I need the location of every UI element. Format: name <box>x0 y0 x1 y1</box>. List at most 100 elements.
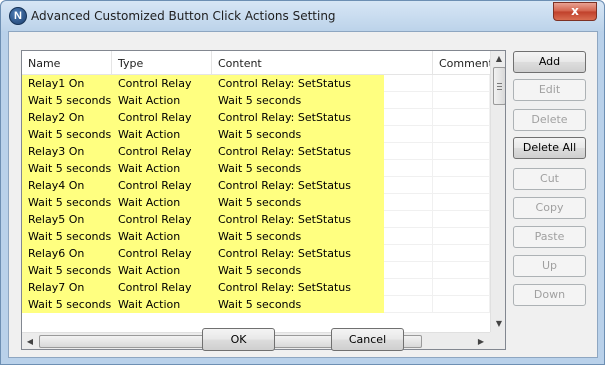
delete-button[interactable]: Delete <box>513 109 586 131</box>
table-row[interactable]: Relay5 On Control Relay Control Relay: Set… <box>22 211 490 228</box>
cell-comments <box>433 126 490 143</box>
table-row[interactable]: Wait 5 seconds Wait Action Wait 5 seconds <box>22 262 490 279</box>
cell-content-tail <box>384 279 433 296</box>
cell-name: Relay4 On <box>22 177 112 194</box>
cell-content-tail <box>384 245 433 262</box>
cell-name: Relay2 On <box>22 109 112 126</box>
column-header-name[interactable]: Name <box>22 51 112 75</box>
cell-content: Wait 5 seconds <box>212 228 384 245</box>
table-row[interactable]: Relay6 On Control Relay Control Relay: Set… <box>22 245 490 262</box>
copy-button[interactable]: Copy <box>513 197 586 219</box>
cell-content: Wait 5 seconds <box>212 92 384 109</box>
cell-name: Wait 5 seconds <box>22 262 112 279</box>
cell-type: Wait Action <box>112 262 212 279</box>
dialog-window: N Advanced Customized Button Click Actio… <box>0 0 605 365</box>
column-header-type[interactable]: Type <box>112 51 212 75</box>
scroll-down-arrow-icon[interactable]: ▼ <box>491 317 505 331</box>
cell-type: Control Relay <box>112 177 212 194</box>
table-row[interactable]: Relay1 On Control Relay Control Relay: Set… <box>22 75 490 92</box>
cell-comments <box>433 92 490 109</box>
scroll-up-arrow-icon[interactable]: ▲ <box>491 52 505 66</box>
cell-comments <box>433 279 490 296</box>
cell-content: Wait 5 seconds <box>212 296 384 313</box>
cell-content: Control Relay: SetStatus <box>212 245 384 262</box>
list-rows: Relay1 On Control Relay Control Relay: Set… <box>22 75 490 332</box>
paste-button[interactable]: Paste <box>513 226 586 248</box>
up-button[interactable]: Up <box>513 255 586 277</box>
column-header-content[interactable]: Content <box>212 51 433 75</box>
vertical-scrollbar[interactable]: ▲ ▼ <box>490 51 505 332</box>
cell-content: Control Relay: SetStatus <box>212 143 384 160</box>
cell-content-tail <box>384 126 433 143</box>
table-row[interactable]: Relay3 On Control Relay Control Relay: Set… <box>22 143 490 160</box>
cell-name: Wait 5 seconds <box>22 92 112 109</box>
add-button[interactable]: Add <box>513 51 586 73</box>
table-row[interactable]: Wait 5 seconds Wait Action Wait 5 seconds <box>22 126 490 143</box>
cell-type: Wait Action <box>112 126 212 143</box>
down-button[interactable]: Down <box>513 284 586 306</box>
table-row[interactable]: Wait 5 seconds Wait Action Wait 5 seconds <box>22 194 490 211</box>
cell-content-tail <box>384 296 433 313</box>
ok-button[interactable]: OK <box>202 328 275 351</box>
cell-name: Wait 5 seconds <box>22 160 112 177</box>
cell-type: Wait Action <box>112 92 212 109</box>
vertical-scroll-thumb[interactable] <box>493 67 505 105</box>
cell-content-tail <box>384 177 433 194</box>
cell-content-tail <box>384 211 433 228</box>
cell-type: Wait Action <box>112 160 212 177</box>
cell-content: Wait 5 seconds <box>212 126 384 143</box>
cell-content-tail <box>384 109 433 126</box>
edit-button[interactable]: Edit <box>513 79 586 101</box>
table-row[interactable]: Wait 5 seconds Wait Action Wait 5 seconds <box>22 92 490 109</box>
cell-type: Wait Action <box>112 296 212 313</box>
cancel-button[interactable]: Cancel <box>331 328 404 351</box>
cell-content-tail <box>384 228 433 245</box>
cell-comments <box>433 245 490 262</box>
table-row[interactable]: Wait 5 seconds Wait Action Wait 5 seconds <box>22 228 490 245</box>
cell-type: Control Relay <box>112 109 212 126</box>
table-row[interactable]: Relay4 On Control Relay Control Relay: Set… <box>22 177 490 194</box>
cell-content: Wait 5 seconds <box>212 194 384 211</box>
cell-content: Control Relay: SetStatus <box>212 109 384 126</box>
actions-list[interactable]: Name Type Content Comments Relay1 OnCont… <box>21 50 506 350</box>
title-bar[interactable]: N Advanced Customized Button Click Actio… <box>1 1 604 31</box>
cut-button[interactable]: Cut <box>513 168 586 190</box>
close-button[interactable]: x <box>553 2 597 21</box>
cell-name: Relay1 On <box>22 75 112 92</box>
scroll-left-arrow-icon[interactable]: ◀ <box>23 335 37 348</box>
delete-all-button[interactable]: Delete All <box>513 137 586 159</box>
cell-comments <box>433 75 490 92</box>
column-header-comments[interactable]: Comments <box>433 51 490 75</box>
cell-comments <box>433 109 490 126</box>
cell-comments <box>433 143 490 160</box>
cell-name: Wait 5 seconds <box>22 296 112 313</box>
cell-type: Control Relay <box>112 75 212 92</box>
cell-content-tail <box>384 143 433 160</box>
cell-content-tail <box>384 75 433 92</box>
cell-type: Wait Action <box>112 194 212 211</box>
app-logo-icon: N <box>9 7 27 25</box>
table-row[interactable]: Relay2 On Control Relay Control Relay: Set… <box>22 109 490 126</box>
dialog-client-area: Name Type Content Comments Relay1 OnCont… <box>8 31 598 358</box>
window-title: Advanced Customized Button Click Actions… <box>31 9 336 23</box>
scroll-right-arrow-icon[interactable]: ▶ <box>474 335 488 348</box>
cell-name: Relay5 On <box>22 211 112 228</box>
cell-comments <box>433 211 490 228</box>
table-row[interactable]: Relay7 On Control Relay Control Relay: Set… <box>22 279 490 296</box>
cell-name: Wait 5 seconds <box>22 194 112 211</box>
cell-content-tail <box>384 194 433 211</box>
cell-type: Control Relay <box>112 245 212 262</box>
cell-name: Relay3 On <box>22 143 112 160</box>
cell-content: Wait 5 seconds <box>212 262 384 279</box>
table-row[interactable]: Wait 5 seconds Wait Action Wait 5 seconds <box>22 160 490 177</box>
cell-content: Wait 5 seconds <box>212 160 384 177</box>
cell-content-tail <box>384 262 433 279</box>
cell-comments <box>433 296 490 313</box>
cell-type: Control Relay <box>112 143 212 160</box>
cell-content-tail <box>384 160 433 177</box>
table-row[interactable]: Wait 5 seconds Wait Action Wait 5 seconds <box>22 296 490 313</box>
scrollbar-corner <box>490 332 505 349</box>
cell-comments <box>433 194 490 211</box>
cell-comments <box>433 177 490 194</box>
cell-name: Relay7 On <box>22 279 112 296</box>
